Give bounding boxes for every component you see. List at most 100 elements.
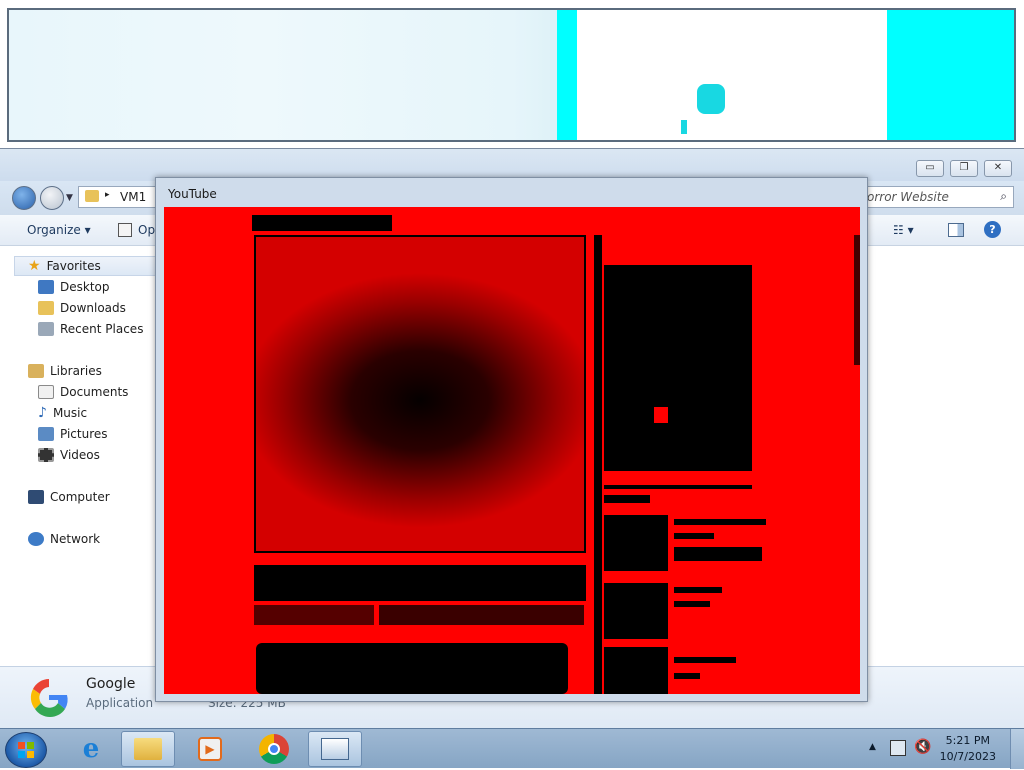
media-player-icon: ▶ <box>198 737 222 761</box>
navigation-pane: ★ Favorites Desktop Downloads Recent Pla… <box>0 246 164 666</box>
tray-expand-icon[interactable]: ▲ <box>869 742 876 752</box>
clock-date: 10/7/2023 <box>939 750 996 763</box>
glitch-block <box>254 565 586 601</box>
nav-libraries[interactable]: Libraries <box>28 361 102 381</box>
glitch-block <box>604 265 752 471</box>
breadcrumb-vm1[interactable]: VM1 <box>120 190 146 204</box>
taskbar-ie[interactable]: e <box>64 731 118 767</box>
nav-favorites[interactable]: ★ Favorites <box>14 256 164 276</box>
glitch-line <box>674 657 736 663</box>
nav-libraries-label: Libraries <box>50 364 102 378</box>
view-options-icon[interactable]: ☷ ▾ <box>893 223 914 237</box>
nav-desktop[interactable]: Desktop <box>38 277 110 297</box>
glitch-line <box>674 601 710 607</box>
nav-documents[interactable]: Documents <box>38 382 128 402</box>
taskbar-chrome[interactable] <box>247 731 301 767</box>
glitch-block <box>256 643 568 694</box>
recent-pages-chevron-icon[interactable]: ▼ <box>66 193 73 203</box>
nav-documents-label: Documents <box>60 385 129 399</box>
clock-time: 5:21 PM <box>945 734 990 747</box>
cyan-glitch <box>697 84 725 114</box>
glitch-block <box>252 215 392 231</box>
taskbar-explorer[interactable] <box>121 731 175 767</box>
nav-music[interactable]: ♪ Music <box>38 403 87 423</box>
downloads-icon <box>38 301 54 315</box>
nav-videos[interactable]: Videos <box>38 445 100 465</box>
nav-recent-label: Recent Places <box>60 322 144 336</box>
nav-downloads[interactable]: Downloads <box>38 298 126 318</box>
glitch-block <box>254 605 374 625</box>
glitch-line <box>674 533 714 539</box>
volume-muted-icon[interactable]: 🔇 <box>914 739 931 755</box>
minimize-button[interactable]: ▭ <box>916 160 944 177</box>
network-icon <box>28 532 44 546</box>
glitch-block <box>379 605 584 625</box>
youtube-content[interactable] <box>164 207 860 694</box>
glitch-scrollbar[interactable] <box>854 235 860 365</box>
search-placeholder: orror Website <box>867 190 949 204</box>
nav-recent-places[interactable]: Recent Places <box>38 319 143 339</box>
taskbar-media-player[interactable]: ▶ <box>183 731 237 767</box>
nav-downloads-label: Downloads <box>60 301 126 315</box>
pictures-icon <box>38 427 54 441</box>
start-button[interactable] <box>5 732 47 768</box>
breadcrumb-separator-icon: ▸ <box>105 190 110 200</box>
show-desktop-button[interactable] <box>1010 729 1024 769</box>
videos-icon <box>38 448 54 462</box>
close-button[interactable]: ✕ <box>984 160 1012 177</box>
desktop-icon <box>38 280 54 294</box>
help-icon[interactable]: ? <box>984 221 1001 238</box>
nav-network[interactable]: Network <box>28 529 100 549</box>
recent-places-icon <box>38 322 54 336</box>
glitch-line <box>604 485 752 489</box>
taskbar-app-window[interactable] <box>308 731 362 767</box>
glitch-line <box>674 519 766 525</box>
music-icon: ♪ <box>38 405 47 421</box>
computer-icon <box>28 490 44 504</box>
taskbar: e ▶ ▲ 🔇 5:21 PM 10/7/2023 <box>0 728 1024 769</box>
glitch-thumb <box>604 515 668 571</box>
glitch-line <box>604 495 650 503</box>
cyan-stripe <box>557 10 577 140</box>
white-block <box>577 10 887 140</box>
nav-favorites-label: Favorites <box>46 259 101 273</box>
documents-icon <box>38 385 54 399</box>
ie-icon: e <box>82 734 100 764</box>
glitch-line <box>674 547 762 561</box>
cyan-glitch <box>681 120 687 134</box>
glitch-line <box>674 587 722 593</box>
glitch-thumb <box>604 647 668 694</box>
back-button[interactable] <box>12 186 36 210</box>
glitch-thumb <box>604 583 668 639</box>
youtube-window-title: YouTube <box>168 187 217 201</box>
search-input[interactable]: orror Website ⌕ <box>862 186 1014 208</box>
nav-pictures[interactable]: Pictures <box>38 424 108 444</box>
nav-computer[interactable]: Computer <box>28 487 110 507</box>
video-player[interactable] <box>254 235 586 553</box>
chrome-icon <box>259 734 289 764</box>
star-icon: ★ <box>28 258 41 274</box>
taskbar-clock[interactable]: 5:21 PM 10/7/2023 <box>940 733 996 765</box>
preview-pane-icon[interactable] <box>948 223 964 237</box>
youtube-window[interactable]: YouTube <box>155 177 868 702</box>
nav-desktop-label: Desktop <box>60 280 110 294</box>
search-icon[interactable]: ⌕ <box>1000 189 1007 204</box>
libraries-icon <box>28 364 44 378</box>
maximize-button[interactable]: ❐ <box>950 160 978 177</box>
app-window-icon <box>321 738 349 760</box>
nav-network-label: Network <box>50 532 101 546</box>
nav-music-label: Music <box>52 406 88 420</box>
network-tray-icon[interactable] <box>890 740 906 756</box>
details-type: Application <box>86 696 154 710</box>
organize-button[interactable]: Organize ▾ <box>27 223 91 237</box>
address-bar[interactable]: ▸ VM1 <box>78 186 158 208</box>
glitched-window <box>7 8 1016 142</box>
nav-videos-label: Videos <box>60 448 100 462</box>
organize-label: Organize <box>27 223 81 237</box>
forward-button[interactable] <box>40 186 64 210</box>
glitch-divider <box>594 235 602 694</box>
chrome-center <box>268 743 280 755</box>
open-icon <box>118 223 132 237</box>
google-logo-icon <box>30 679 68 718</box>
windows-logo-icon <box>18 742 34 758</box>
